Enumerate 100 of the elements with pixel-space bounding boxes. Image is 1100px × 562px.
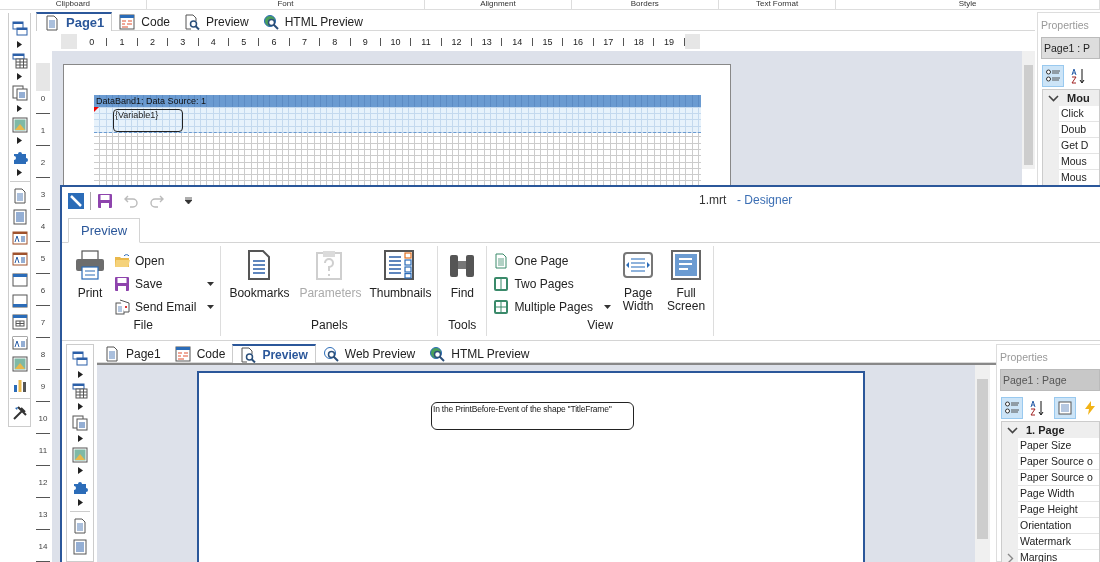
toolbox-button[interactable] <box>11 228 28 247</box>
property-name[interactable]: Doub <box>1059 122 1099 138</box>
sort-az-icon <box>1029 400 1045 416</box>
caret-icon <box>17 41 22 48</box>
ribbon-group-label: Alignment <box>425 0 572 9</box>
lightning-icon <box>1082 400 1098 416</box>
ruler-number: 12 <box>451 37 462 46</box>
property-name[interactable]: Mous <box>1059 170 1099 186</box>
text-card-icon <box>11 334 28 351</box>
tab[interactable]: Code <box>112 12 177 30</box>
ribbon-tab[interactable]: Preview <box>68 218 141 243</box>
ribbon-group-label: Clipboard <box>0 0 147 9</box>
property-name[interactable]: Page Height <box>1018 502 1099 518</box>
ribbon-button[interactable]: Multiple Pages <box>491 297 614 317</box>
category-label: Mou <box>1067 92 1090 104</box>
caret-icon <box>77 403 83 410</box>
property-name[interactable]: Get D <box>1059 138 1099 154</box>
text-frame: In the PrintBefore-Event of the shape ''TitleFrame'' <box>431 402 634 430</box>
tab[interactable]: Preview <box>177 12 256 30</box>
property-name[interactable]: Paper Size <box>1018 438 1099 454</box>
code-page-icon <box>174 346 191 362</box>
object-selector[interactable]: Page1 : P <box>1041 37 1100 59</box>
ribbon-button[interactable]: Open <box>112 251 217 271</box>
pen-icon <box>68 192 84 209</box>
calendar-icon <box>11 313 28 330</box>
ribbon-button[interactable]: Find <box>442 246 483 318</box>
categorized-icon <box>1004 400 1020 416</box>
caret-icon <box>77 467 83 474</box>
tab[interactable]: HTML Preview <box>255 12 370 30</box>
tab[interactable]: HTML Preview <box>422 344 537 362</box>
tab[interactable]: Page1 <box>36 12 113 31</box>
image-icon <box>11 355 28 372</box>
ruler-number: 6 <box>271 37 277 46</box>
toolbox-button[interactable] <box>11 19 28 38</box>
ruler-margin <box>684 34 700 49</box>
text-component[interactable]: {Variable1} <box>113 109 183 132</box>
ribbon-button[interactable]: Thumbnails <box>365 246 434 318</box>
data-band[interactable]: {Variable1} <box>94 107 701 133</box>
toolbox-button[interactable] <box>72 349 88 368</box>
page-icon <box>493 253 510 269</box>
tab[interactable]: Preview <box>232 344 316 363</box>
group-label: Panels <box>310 318 349 334</box>
ribbon-button[interactable]: One Page <box>491 251 614 271</box>
ribbon-button[interactable]: Bookmarks <box>225 246 294 318</box>
ruler-number: 4 <box>210 37 216 46</box>
property-name[interactable]: Watermark <box>1018 534 1099 550</box>
two-pages-icon <box>493 276 510 292</box>
ribbon-button[interactable]: Full Screen <box>663 246 710 318</box>
toolbox-button[interactable] <box>72 381 88 400</box>
tab[interactable]: Web Preview <box>315 344 423 362</box>
toolbox-button[interactable] <box>11 249 28 268</box>
property-name[interactable]: Page Width <box>1018 486 1099 502</box>
app-name: - Designer <box>737 193 793 207</box>
tab[interactable]: Page1 <box>97 344 168 362</box>
customize-toolbar-icon[interactable] <box>185 197 192 204</box>
lined-page-icon <box>72 538 88 555</box>
document-icon <box>114 299 130 315</box>
caret-icon <box>77 435 83 442</box>
ruler-number: 0 <box>89 37 95 46</box>
property-name[interactable]: Click <box>1059 106 1099 122</box>
header-window-icon <box>11 271 28 288</box>
toolbox-button[interactable] <box>11 312 28 331</box>
toolbox-button[interactable] <box>11 403 28 422</box>
ruler-number: 11 <box>421 37 431 46</box>
property-name[interactable]: Paper Source o <box>1018 454 1099 470</box>
ribbon-group-label: Style <box>836 0 1100 9</box>
property-name[interactable]: Orientation <box>1018 518 1099 534</box>
ribbon-group-label: Text Format <box>718 0 837 9</box>
save-button[interactable] <box>97 192 113 209</box>
object-selector[interactable]: Page1 : Page <box>1000 369 1100 391</box>
ribbon-button[interactable]: Print <box>70 246 110 318</box>
toolbar-button[interactable] <box>1054 397 1076 419</box>
caret-icon <box>77 499 83 506</box>
thumbnails-icon <box>383 249 416 281</box>
categorized-icon <box>1045 68 1061 84</box>
toolbox-button[interactable] <box>11 51 28 70</box>
chevron-right-icon[interactable] <box>1006 552 1014 562</box>
toolbar-button[interactable] <box>1042 65 1064 87</box>
ribbon-button[interactable]: Save <box>112 274 217 294</box>
tab[interactable]: Code <box>167 344 233 362</box>
ribbon-button[interactable]: Send Email <box>112 297 217 317</box>
property-name[interactable]: Paper Source o <box>1018 470 1099 486</box>
chevron-down-icon[interactable] <box>1007 427 1018 434</box>
page-icon <box>104 346 120 362</box>
ribbon-button[interactable]: Two Pages <box>491 274 614 294</box>
ruler-number: 7 <box>301 37 307 46</box>
ruler-number: 16 <box>572 37 583 46</box>
ribbon-button[interactable]: Page Width <box>615 246 662 318</box>
caret-icon <box>207 282 215 286</box>
panel-title: Properties <box>999 350 1049 365</box>
toolbar-button[interactable] <box>1001 397 1023 419</box>
scrollbar[interactable] <box>1022 51 1035 169</box>
caret-icon <box>17 105 22 112</box>
page-icon <box>11 187 28 204</box>
ribbon-group-label: Font <box>146 0 425 9</box>
data-band-header[interactable]: DataBand1; Data Source: 1 <box>94 95 701 107</box>
list-icon <box>1057 400 1073 416</box>
chevron-down-icon[interactable] <box>1048 95 1059 102</box>
property-name[interactable]: Mous <box>1059 154 1099 170</box>
ruler-number: 10 <box>390 37 401 46</box>
